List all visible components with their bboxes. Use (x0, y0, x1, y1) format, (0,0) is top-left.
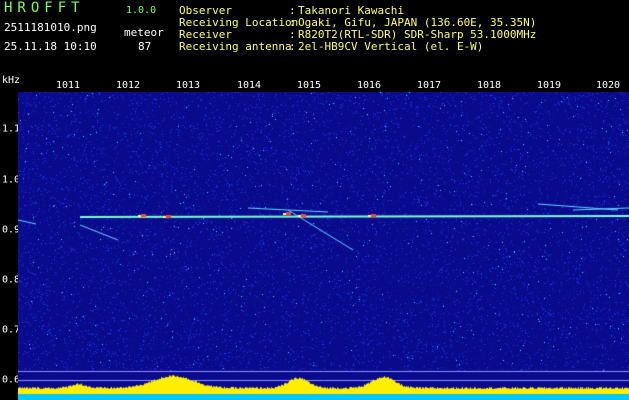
antenna-label: Receiving antenna (179, 40, 292, 53)
mode-label: meteor (124, 26, 164, 39)
spectrogram-canvas (18, 92, 629, 400)
x-tick-label: 1014 (236, 80, 262, 91)
app-name: HROFFT (4, 0, 85, 16)
axis-unit-label: kHz (2, 75, 21, 86)
x-tick-label: 1013 (175, 80, 201, 91)
hrofft-window: HROFFT 1.0.0 2511181010.png meteor 25.11… (0, 0, 629, 400)
antenna-value: 2el-HB9CV Vertical (el. E-W) (298, 40, 484, 53)
x-tick-label: 1016 (356, 80, 382, 91)
x-tick-label: 1019 (536, 80, 562, 91)
timestamp: 25.11.18 10:10 (4, 40, 97, 53)
x-tick-label: 1020 (595, 80, 621, 91)
x-tick-label: 1012 (115, 80, 141, 91)
x-tick-label: 1017 (416, 80, 442, 91)
file-name: 2511181010.png (4, 21, 97, 34)
x-tick-label: 1015 (296, 80, 322, 91)
app-version: 1.0.0 (126, 5, 157, 16)
x-tick-label: 1011 (55, 80, 81, 91)
meteor-count: 87 (138, 40, 152, 53)
antenna-separator: : (289, 40, 296, 53)
x-tick-label: 1018 (476, 80, 502, 91)
